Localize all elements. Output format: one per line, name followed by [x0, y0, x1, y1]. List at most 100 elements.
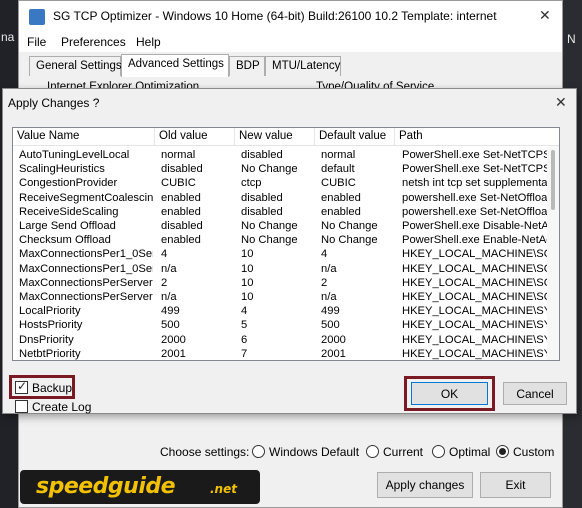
- cell-new-value: disabled: [241, 191, 283, 204]
- column-path[interactable]: Path: [395, 128, 547, 146]
- backup-checkbox[interactable]: [15, 379, 28, 394]
- window-titlebar[interactable]: SG TCP Optimizer - Windows 10 Home (64-b…: [19, 1, 562, 32]
- cell-path: powershell.exe Set-NetOffloadGlobalSetti…: [402, 205, 547, 218]
- cell-old-value: enabled: [161, 234, 201, 247]
- list-row[interactable]: LocalPriority 499 4 499 HKEY_LOCAL_MACHINE\S…: [13, 304, 547, 318]
- list-row[interactable]: MaxConnectionsPerServer n/a 10 n/a HKEY_LOCA…: [13, 290, 547, 304]
- cell-value-name: CongestionProvider: [19, 177, 118, 190]
- tab-bdp[interactable]: BDP: [229, 56, 265, 76]
- dialog-title: Apply Changes ?: [8, 96, 100, 110]
- window-title: SG TCP Optimizer - Windows 10 Home (64-b…: [53, 9, 497, 23]
- list-row[interactable]: ReceiveSideScaling enabled disabled enabled…: [13, 205, 547, 219]
- cell-path: HKEY_LOCAL_MACHINE\SYSTEM: [402, 333, 547, 346]
- cell-old-value: disabled: [161, 220, 203, 232]
- cell-new-value: disabled: [241, 205, 283, 218]
- cell-default-value: No Change: [321, 220, 378, 232]
- apply-changes-dialog: Apply Changes ? ✕ Value Name Old value N…: [2, 88, 577, 414]
- cell-path: HKEY_LOCAL_MACHINE\SOFTWARE: [402, 276, 547, 289]
- radio-optimal-label: Optimal: [449, 445, 491, 459]
- cell-new-value: 10: [241, 248, 254, 261]
- cell-value-name: ReceiveSideScaling: [19, 205, 119, 218]
- cell-old-value: enabled: [161, 205, 201, 218]
- tab-general-settings[interactable]: General Settings: [29, 56, 122, 76]
- list-row[interactable]: DnsPriority 2000 6 2000 HKEY_LOCAL_MACHINE\S…: [13, 333, 547, 347]
- cell-default-value: normal: [321, 149, 356, 161]
- cell-old-value: CUBIC: [161, 177, 196, 190]
- cell-default-value: CUBIC: [321, 177, 356, 190]
- choose-settings-row: Choose settings: Windows Default Current…: [19, 444, 562, 462]
- app-icon: [29, 9, 45, 25]
- menu-file[interactable]: File: [27, 35, 46, 49]
- cell-default-value: n/a: [321, 291, 337, 303]
- tab-advanced-settings[interactable]: Advanced Settings: [121, 54, 229, 77]
- list-row[interactable]: NetbtPriority 2001 7 2001 HKEY_LOCAL_MACHINE…: [13, 347, 547, 360]
- tab-mtu-latency[interactable]: MTU/Latency: [265, 56, 341, 76]
- cell-value-name: MaxConnectionsPer1_0Server: [19, 262, 153, 275]
- cell-default-value: 499: [321, 305, 340, 318]
- cell-value-name: AutoTuningLevelLocal: [19, 149, 130, 161]
- cell-new-value: ctcp: [241, 177, 262, 190]
- apply-changes-button[interactable]: Apply changes: [377, 472, 473, 498]
- speedguide-logo: speedguide .net: [20, 470, 260, 504]
- exit-button[interactable]: Exit: [480, 472, 551, 498]
- list-row[interactable]: Checksum Offload enabled No Change No Chang…: [13, 233, 547, 247]
- column-new-value[interactable]: New value: [235, 128, 315, 146]
- list-row[interactable]: ScalingHeuristics disabled No Change defaul…: [13, 162, 547, 176]
- radio-current-label: Current: [383, 445, 424, 459]
- list-row[interactable]: ReceiveSegmentCoalescing enabled disabled e…: [13, 191, 547, 205]
- cell-new-value: 10: [241, 262, 254, 275]
- cancel-button[interactable]: Cancel: [503, 382, 567, 405]
- desktop-left-fragment: na: [1, 30, 15, 44]
- column-value-name[interactable]: Value Name: [13, 128, 155, 146]
- list-row[interactable]: AutoTuningLevelLocal normal disabled normal…: [13, 148, 547, 162]
- list-vertical-scrollbar[interactable]: [547, 146, 559, 360]
- desktop-right-fragment: N: [567, 32, 576, 46]
- dialog-close-icon[interactable]: ✕: [555, 94, 567, 111]
- cell-default-value: No Change: [321, 234, 378, 247]
- list-row[interactable]: MaxConnectionsPerServer 2 10 2 HKEY_LOCAL_MA…: [13, 276, 547, 290]
- cell-default-value: 2000: [321, 333, 346, 346]
- cell-path: PowerShell.exe Enable-NetAdapterChecksum…: [402, 234, 547, 247]
- backup-label: Backup: [32, 381, 73, 395]
- list-row[interactable]: Large Send Offload disabled No Change No Ch…: [13, 219, 547, 233]
- cell-path: PowerShell.exe Set-NetTCPSetting: [402, 149, 547, 161]
- cell-value-name: NetbtPriority: [19, 347, 81, 360]
- cell-old-value: 500: [161, 319, 180, 332]
- cell-path: HKEY_LOCAL_MACHINE\SYSTEM: [402, 305, 547, 318]
- cell-old-value: n/a: [161, 262, 177, 275]
- cell-default-value: enabled: [321, 205, 361, 218]
- column-default-value[interactable]: Default value: [315, 128, 395, 146]
- cell-new-value: 10: [241, 276, 254, 289]
- menu-help[interactable]: Help: [136, 35, 161, 49]
- cell-value-name: ScalingHeuristics: [19, 163, 105, 176]
- cell-value-name: MaxConnectionsPerServer: [19, 276, 153, 289]
- cell-default-value: n/a: [321, 262, 337, 275]
- column-old-value[interactable]: Old value: [155, 128, 235, 146]
- radio-windows-default-label: Windows Default: [269, 445, 360, 459]
- menu-preferences[interactable]: Preferences: [61, 35, 126, 49]
- radio-windows-default[interactable]: [252, 445, 265, 458]
- radio-current[interactable]: [366, 445, 379, 458]
- cell-new-value: 7: [241, 347, 248, 360]
- list-row[interactable]: MaxConnectionsPer1_0Server 4 10 4 HKEY_LOCAL…: [13, 247, 547, 261]
- list-row[interactable]: HostsPriority 500 5 500 HKEY_LOCAL_MACHINE\S…: [13, 318, 547, 332]
- radio-custom[interactable]: [496, 445, 509, 458]
- cell-new-value: 5: [241, 319, 248, 332]
- ok-button[interactable]: OK: [411, 382, 488, 405]
- radio-optimal[interactable]: [432, 445, 445, 458]
- logo-suffix: .net: [210, 482, 237, 496]
- cell-default-value: 2: [321, 276, 328, 289]
- cell-value-name: MaxConnectionsPerServer: [19, 291, 153, 303]
- cell-default-value: enabled: [321, 191, 361, 204]
- cell-new-value: No Change: [241, 234, 298, 247]
- window-close-icon[interactable]: ✕: [539, 7, 551, 24]
- cell-new-value: 10: [241, 291, 254, 303]
- cell-value-name: ReceiveSegmentCoalescing: [19, 191, 153, 204]
- list-row[interactable]: MaxConnectionsPer1_0Server n/a 10 n/a HKEY_L…: [13, 262, 547, 276]
- changes-list[interactable]: Value Name Old value New value Default v…: [12, 127, 560, 361]
- cell-value-name: LocalPriority: [19, 305, 81, 318]
- create-log-checkbox[interactable]: [15, 400, 28, 413]
- cell-path: HKEY_LOCAL_MACHINE\SOFTWARE: [402, 291, 547, 303]
- cell-path: HKEY_LOCAL_MACHINE\SYSTEM: [402, 347, 547, 360]
- list-row[interactable]: CongestionProvider CUBIC ctcp CUBIC netsh in…: [13, 176, 547, 190]
